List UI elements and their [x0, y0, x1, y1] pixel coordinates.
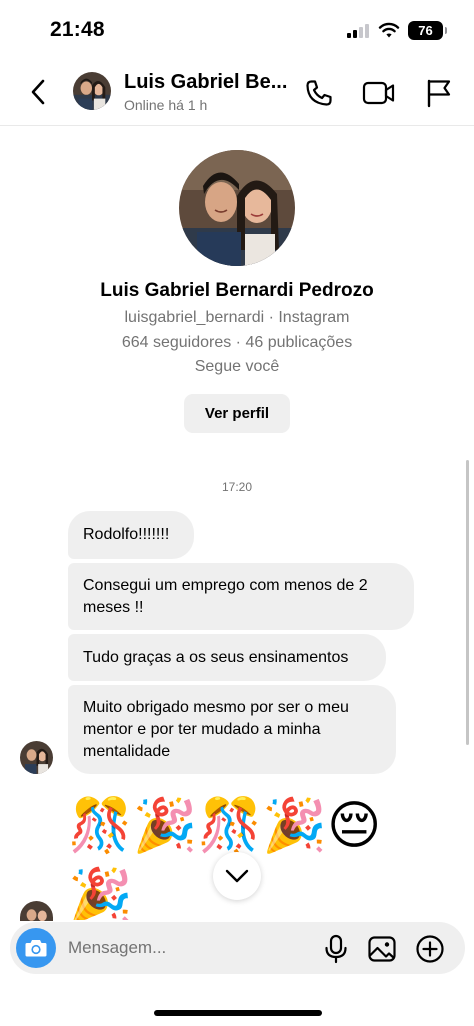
video-camera-icon[interactable]: [362, 78, 396, 108]
camera-icon: [25, 940, 47, 957]
message-text: Muito obrigado mesmo por ser o meu mento…: [83, 698, 349, 760]
chevron-down-icon: [225, 869, 249, 883]
profile-handle: luisgabriel_bernardi · Instagram: [124, 309, 350, 326]
phone-icon[interactable]: [303, 77, 335, 109]
message-timestamp: 17:20: [221, 480, 253, 494]
emoji-message[interactable]: 🎉: [68, 866, 133, 920]
message-input[interactable]: [68, 932, 308, 964]
profile-photo[interactable]: [179, 150, 295, 266]
battery-indicator: 76: [408, 21, 447, 40]
profile-full-name: Luis Gabriel Bernardi Pedrozo: [100, 280, 374, 301]
message-bubble[interactable]: Consegui um emprego com menos de 2 meses…: [68, 563, 414, 630]
microphone-icon[interactable]: [323, 934, 349, 964]
scrollbar[interactable]: [466, 460, 469, 745]
view-profile-button[interactable]: Ver perfil: [184, 394, 290, 433]
profile-stats: 664 seguidores · 46 publicações: [121, 334, 353, 351]
cellular-signal-icon: [347, 24, 371, 38]
message-composer: [10, 922, 465, 974]
chevron-left-icon[interactable]: [26, 76, 52, 108]
scroll-to-bottom-button[interactable]: [213, 852, 261, 900]
message-bubble[interactable]: Rodolfo!!!!!!!: [68, 511, 194, 559]
avatar[interactable]: [20, 741, 53, 774]
contact-name[interactable]: Luis Gabriel Be...: [124, 71, 287, 94]
message-bubble[interactable]: Tudo graças a os seus ensinamentos: [68, 634, 386, 681]
status-bar: 21:48 76: [0, 0, 474, 60]
image-icon[interactable]: [367, 934, 397, 964]
flag-icon[interactable]: [425, 77, 453, 109]
emoji-message[interactable]: 🎊🎉🎊🎉😔: [68, 796, 381, 856]
home-indicator: [154, 1010, 322, 1016]
avatar[interactable]: [73, 72, 111, 110]
online-status: Online há 1 h: [124, 97, 208, 113]
message-text: Rodolfo!!!!!!!: [83, 526, 170, 543]
plus-circle-icon[interactable]: [415, 934, 445, 964]
message-text: Consegui um emprego com menos de 2 meses…: [83, 576, 368, 616]
status-time: 21:48: [50, 18, 105, 41]
chat-header: Luis Gabriel Be... Online há 1 h: [0, 60, 474, 126]
follows-you-label: Segue você: [194, 358, 280, 375]
message-text: Tudo graças a os seus ensinamentos: [83, 648, 349, 666]
avatar[interactable]: [20, 901, 53, 921]
wifi-icon: [378, 22, 400, 38]
message-bubble[interactable]: Muito obrigado mesmo por ser o meu mento…: [68, 685, 396, 774]
camera-button[interactable]: [16, 928, 56, 968]
